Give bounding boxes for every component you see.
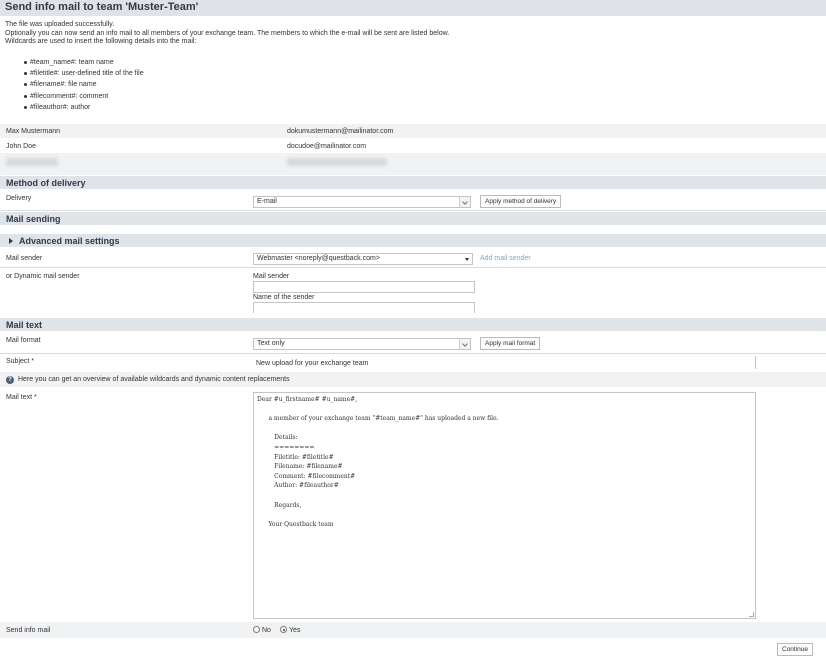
- redacted-email: [287, 158, 387, 166]
- apply-delivery-button[interactable]: Apply method of delivery: [480, 195, 562, 208]
- member-row-redacted: [0, 153, 826, 175]
- mail-text-label: Mail text *: [6, 394, 37, 401]
- subject-input-edge: [755, 356, 756, 369]
- add-mail-sender-link[interactable]: Add mail sender: [480, 255, 531, 262]
- mail-format-select[interactable]: Text only: [253, 338, 471, 350]
- chevron-down-icon: [459, 197, 470, 207]
- sender-name-caption: Name of the sender: [253, 294, 315, 301]
- mail-format-value: Text only: [257, 340, 285, 347]
- send-info-yes-radio[interactable]: [280, 626, 287, 633]
- advanced-settings-toggle[interactable]: [0, 234, 826, 247]
- mail-sender-select[interactable]: Webmaster <noreply@questback.com>: [253, 253, 473, 265]
- delivery-select[interactable]: E-mail: [253, 196, 471, 208]
- dynamic-sender-label: or Dynamic mail sender: [6, 273, 80, 280]
- wildcard-item: #team_name#: team name: [24, 57, 144, 68]
- mail-text-textarea[interactable]: Dear #u_firstname# #u_name#, a member of…: [253, 392, 756, 619]
- member-name: John Doe: [6, 143, 36, 150]
- chevron-down-icon: [459, 339, 470, 349]
- continue-button[interactable]: Continue: [777, 643, 814, 656]
- intro-line: Optionally you can now send an info mail…: [5, 29, 450, 37]
- wildcard-list: #team_name#: team name #filetitle#: user…: [24, 57, 144, 113]
- section-mail-text-title: Mail text: [6, 320, 43, 330]
- wildcard-item: #fileauthor#: author: [24, 102, 144, 113]
- member-name: Max Mustermann: [6, 128, 61, 135]
- mail-sender-value: Webmaster <noreply@questback.com>: [257, 255, 380, 262]
- divider: [0, 210, 826, 211]
- caret-right-icon: [9, 238, 13, 244]
- apply-mail-format-button[interactable]: Apply mail format: [480, 337, 541, 350]
- member-email: dokumustermann@mailinator.com: [287, 128, 394, 135]
- delivery-label: Delivery: [6, 195, 32, 202]
- redacted-name: [6, 158, 58, 166]
- section-mail-sending-header: [0, 212, 826, 225]
- section-mail-sending-title: Mail sending: [6, 214, 61, 224]
- wildcard-item: #filename#: file name: [24, 79, 144, 90]
- intro-line: Wildcards are used to insert the followi…: [5, 38, 197, 46]
- caret-down-icon: [465, 258, 469, 261]
- dynamic-sender-caption: Mail sender: [253, 273, 290, 280]
- intro-line: The file was uploaded successfully.: [5, 21, 115, 28]
- page-title: Send info mail to team 'Muster-Team': [5, 1, 199, 13]
- advanced-settings-title[interactable]: Advanced mail settings: [19, 236, 120, 246]
- subject-label: Subject *: [6, 358, 35, 365]
- send-info-no-label[interactable]: No: [262, 627, 271, 634]
- wildcards-info-text[interactable]: Here you can get an overview of availabl…: [18, 376, 290, 383]
- dynamic-sender-input[interactable]: [253, 281, 475, 293]
- wildcard-item: #filecomment#: comment: [24, 91, 144, 102]
- member-email: docudoe@mailinator.com: [287, 143, 367, 150]
- send-info-label: Send info mail: [6, 627, 51, 634]
- send-info-no-radio[interactable]: [253, 626, 260, 633]
- intro-text: The file was uploaded successfully. Opti…: [5, 21, 449, 47]
- section-delivery-title: Method of delivery: [6, 178, 86, 188]
- section-delivery-header: [0, 176, 826, 189]
- divider: [0, 267, 826, 268]
- mail-text-content: Dear #u_firstname# #u_name#, a member of…: [257, 396, 499, 528]
- delivery-select-value: E-mail: [257, 198, 277, 205]
- question-icon[interactable]: ?: [6, 376, 14, 384]
- member-row: [0, 124, 826, 138]
- section-mail-text-header: [0, 318, 826, 331]
- send-info-row: [0, 622, 826, 638]
- wildcard-item: #filetitle#: user-defined title of the f…: [24, 68, 144, 79]
- resize-handle-icon[interactable]: [749, 612, 754, 617]
- sender-name-input[interactable]: [253, 302, 475, 313]
- mail-sender-label: Mail sender: [6, 255, 43, 262]
- send-info-yes-label[interactable]: Yes: [289, 627, 300, 634]
- mail-format-label: Mail format: [6, 337, 41, 344]
- divider: [0, 353, 826, 354]
- subject-input[interactable]: New upload for your exchange team: [256, 360, 368, 367]
